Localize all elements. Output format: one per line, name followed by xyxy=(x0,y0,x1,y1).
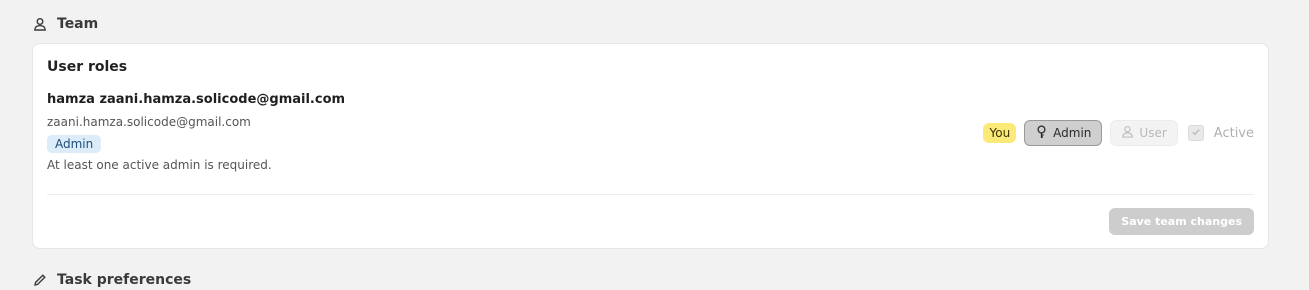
role-badge: Admin xyxy=(47,135,102,153)
admin-role-button[interactable]: Admin xyxy=(1024,120,1103,146)
team-section-header: Team xyxy=(33,14,98,34)
team-section-title: Team xyxy=(57,16,99,32)
user-icon xyxy=(1121,125,1134,141)
user-role-label: User xyxy=(1139,126,1167,140)
card-title: User roles xyxy=(47,59,128,75)
you-badge: You xyxy=(983,123,1017,143)
pencil-icon xyxy=(33,273,47,287)
active-checkbox[interactable] xyxy=(1187,125,1204,141)
check-icon xyxy=(1191,126,1201,141)
task-preferences-header: Task preferences xyxy=(33,270,191,290)
user-name: hamza zaani.hamza.solicode@gmail.com xyxy=(47,92,346,107)
user-roles-card: User roles hamza zaani.hamza.solicode@gm… xyxy=(32,43,1269,249)
user-icon xyxy=(33,17,47,31)
user-role-button[interactable]: User xyxy=(1110,120,1178,146)
user-email: zaani.hamza.solicode@gmail.com xyxy=(47,115,251,129)
active-toggle[interactable]: Active xyxy=(1187,125,1254,141)
key-icon xyxy=(1035,124,1048,142)
divider xyxy=(47,194,1254,195)
admin-required-note: At least one active admin is required. xyxy=(47,158,272,172)
active-label: Active xyxy=(1213,125,1254,141)
save-team-changes-button[interactable]: Save team changes xyxy=(1109,208,1254,235)
admin-role-label: Admin xyxy=(1053,126,1092,140)
role-controls: You Admin User Active xyxy=(983,119,1254,147)
